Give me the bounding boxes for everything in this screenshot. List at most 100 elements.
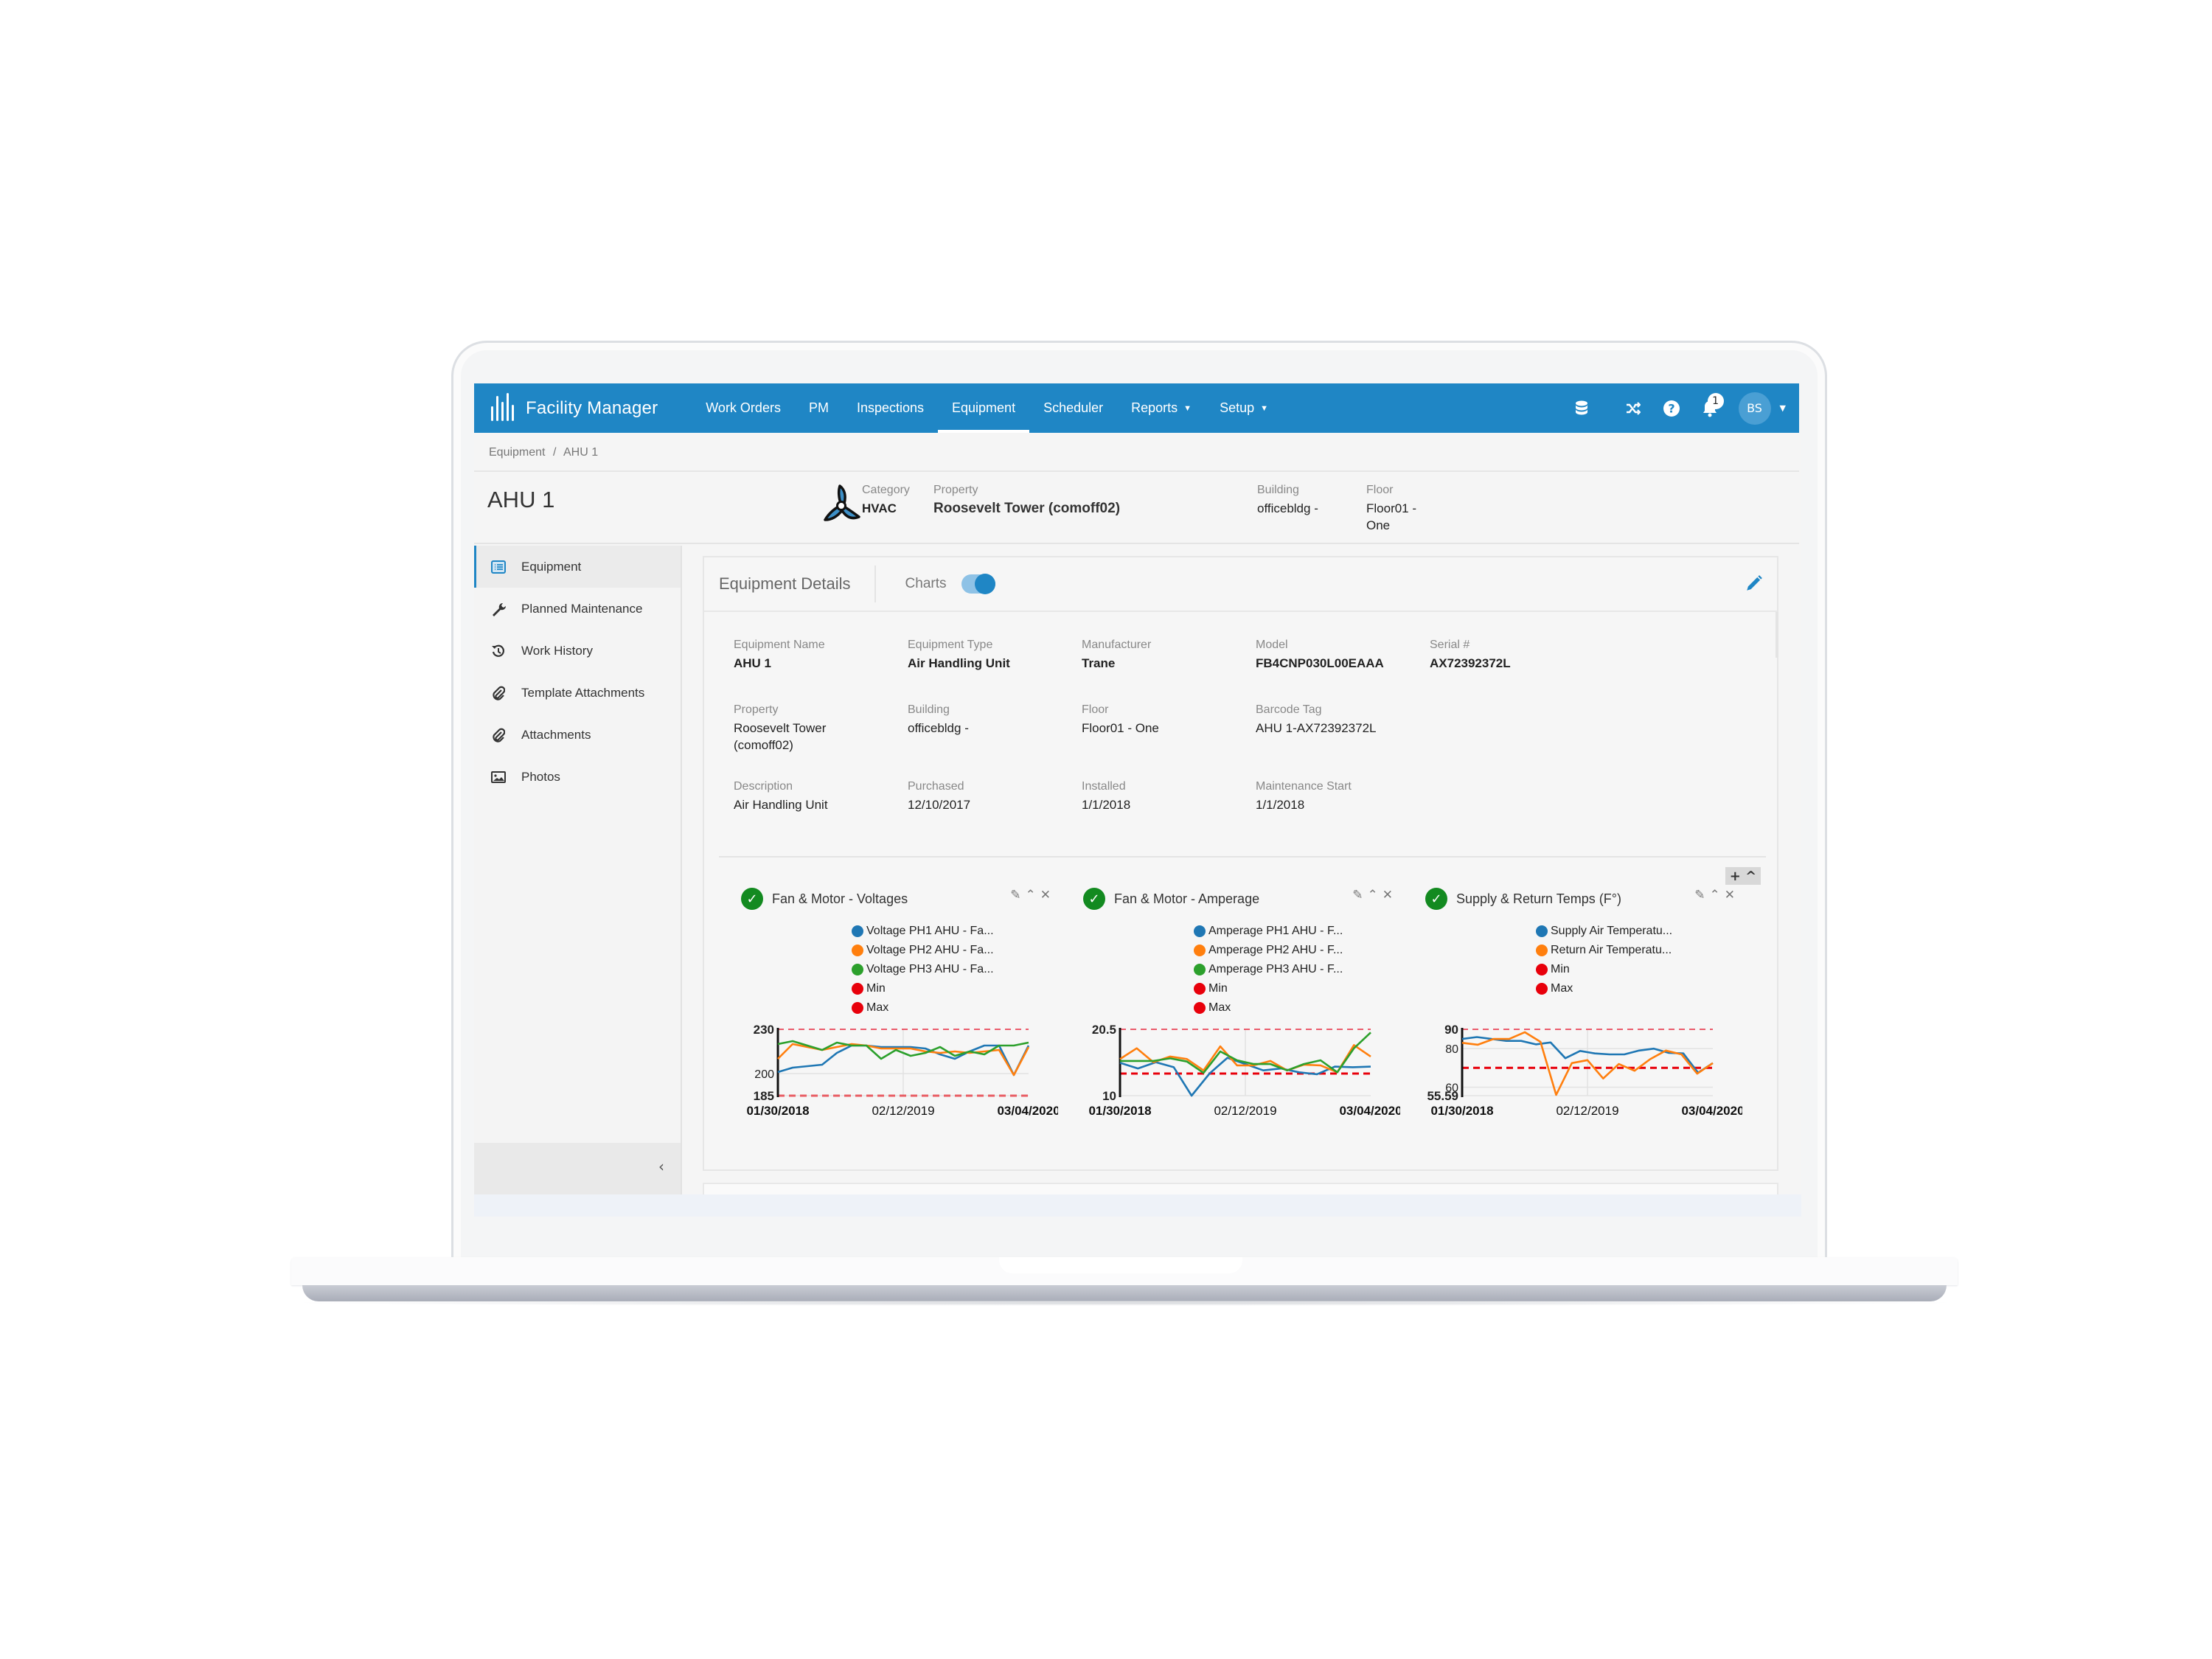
legend-item[interactable]: Max [852, 998, 994, 1018]
laptop-shadow [280, 1300, 1969, 1306]
legend-item[interactable]: Voltage PH3 AHU - Fa... [852, 960, 994, 979]
legend-label: Voltage PH2 AHU - Fa... [866, 944, 994, 956]
floor-value: Floor01 - One [1366, 501, 1417, 532]
nav-pm[interactable]: PM [795, 383, 843, 433]
divider [474, 470, 1799, 472]
chart-title: Fan & Motor - Amperage [1114, 891, 1260, 906]
scrollbar[interactable] [1775, 612, 1778, 658]
chevron-up-icon[interactable]: ⌃ [1368, 888, 1378, 902]
legend-swatch [852, 983, 863, 995]
field-value: Trane [1082, 656, 1116, 670]
field-value: 1/1/2018 [1082, 798, 1131, 812]
legend-label: Voltage PH3 AHU - Fa... [866, 963, 994, 975]
user-menu-caret-icon[interactable]: ▼ [1780, 403, 1786, 413]
breadcrumb-separator: / [552, 446, 557, 459]
nav-setup[interactable]: Setup ▼ [1206, 383, 1282, 433]
close-icon[interactable]: ✕ [1040, 888, 1051, 902]
sidebar-item-attachments[interactable]: Attachments [474, 714, 681, 756]
field-label: Floor [1082, 703, 1109, 716]
nav-scheduler[interactable]: Scheduler [1029, 383, 1117, 433]
sidebar-item-label: Equipment [521, 559, 582, 574]
field-value: AHU 1-AX72392372L [1256, 721, 1377, 735]
app-logo[interactable]: Facility Manager [489, 383, 658, 433]
card-header: Equipment Details Charts [704, 557, 1778, 658]
x-tick-label: 02/12/2019 [1214, 1104, 1276, 1118]
sidebar-item-equipment[interactable]: Equipment [474, 546, 681, 588]
legend-swatch [1194, 983, 1206, 995]
legend-swatch [1536, 945, 1548, 956]
legend-label: Max [1208, 1001, 1231, 1014]
nav-inspections[interactable]: Inspections [843, 383, 938, 433]
nav-reports[interactable]: Reports ▼ [1117, 383, 1206, 433]
shuffle-icon[interactable] [1618, 393, 1649, 424]
legend-item[interactable]: Amperage PH3 AHU - F... [1194, 960, 1343, 979]
legend-label: Min [866, 982, 886, 995]
database-icon[interactable] [1566, 393, 1597, 424]
legend-item[interactable]: Return Air Temperatu... [1536, 941, 1672, 960]
legend-item[interactable]: Supply Air Temperatu... [1536, 922, 1672, 941]
close-icon[interactable]: ✕ [1725, 888, 1735, 902]
chart-tools: ✎ ⌃ ✕ [1010, 888, 1051, 902]
legend-item[interactable]: Amperage PH2 AHU - F... [1194, 941, 1343, 960]
field-value: Air Handling Unit [908, 656, 1010, 670]
charts-toggle[interactable] [961, 574, 995, 594]
sidebar-item-work-history[interactable]: Work History [474, 630, 681, 672]
line-chart: 90806055.5901/30/2018 02/12/2019 03/04/202… [1427, 1023, 1742, 1118]
divider [474, 543, 1799, 544]
help-icon[interactable]: ? [1656, 393, 1687, 424]
paperclip-icon [490, 727, 507, 743]
x-tick-label: 01/30/2018 [1088, 1104, 1151, 1118]
pencil-icon[interactable]: ✎ [1352, 888, 1363, 902]
y-tick-label: 80 [1445, 1043, 1458, 1056]
x-tick-label: 03/04/2020 [997, 1104, 1058, 1118]
field-serial: Serial # AX72392372L [1430, 639, 1592, 672]
edit-icon[interactable] [1745, 574, 1764, 593]
toggle-knob [974, 574, 995, 594]
sidebar-item-template-attachments[interactable]: Template Attachments [474, 672, 681, 714]
legend-item[interactable]: Max [1194, 998, 1343, 1018]
breadcrumb-equipment[interactable]: Equipment [489, 446, 546, 459]
legend-swatch [1194, 964, 1206, 975]
chevron-up-icon[interactable]: ⌃ [1026, 888, 1036, 902]
sidebar-collapse-button[interactable]: ‹ [474, 1143, 681, 1194]
history-icon [490, 643, 507, 659]
building-meta: Building officebldg - [1257, 484, 1318, 515]
field-label: Equipment Name [734, 639, 825, 651]
pencil-icon[interactable]: ✎ [1694, 888, 1705, 902]
field-purchased: Purchased 12/10/2017 [908, 780, 1070, 813]
user-avatar[interactable]: BS [1738, 392, 1771, 425]
legend-swatch [1194, 945, 1206, 956]
laptop-notch [999, 1257, 1242, 1273]
legend-swatch [1536, 964, 1548, 975]
legend-item[interactable]: Max [1536, 979, 1672, 998]
x-tick-label: 03/04/2020 [1339, 1104, 1400, 1118]
legend-swatch [1536, 983, 1548, 995]
legend-item[interactable]: Min [1536, 960, 1672, 979]
sidebar-item-label: Template Attachments [521, 685, 645, 700]
field-label: Manufacturer [1082, 639, 1152, 651]
field-floor: Floor Floor01 - One [1082, 703, 1244, 737]
legend-item[interactable]: Amperage PH1 AHU - F... [1194, 922, 1343, 941]
nav-equipment[interactable]: Equipment [938, 383, 1030, 433]
status-check-icon: ✓ [1425, 888, 1447, 910]
sidebar-item-photos[interactable]: Photos [474, 756, 681, 798]
paperclip-icon [490, 685, 507, 701]
close-icon[interactable]: ✕ [1382, 888, 1393, 902]
legend-item[interactable]: Min [1194, 979, 1343, 998]
legend-item[interactable]: Voltage PH2 AHU - Fa... [852, 941, 994, 960]
sidebar-item-label: Work History [521, 643, 593, 658]
nav-label: Work Orders [706, 400, 781, 415]
chevron-up-icon[interactable]: ⌃ [1710, 888, 1720, 902]
charts-label: Charts [905, 576, 947, 591]
legend-item[interactable]: Min [852, 979, 994, 998]
legend-item[interactable]: Voltage PH1 AHU - Fa... [852, 922, 994, 941]
chart-legend: Amperage PH1 AHU - F... Amperage PH2 AHU … [1194, 922, 1343, 1018]
chart-title: Supply & Return Temps (F°) [1456, 891, 1621, 906]
pencil-icon[interactable]: ✎ [1010, 888, 1020, 902]
sidebar-item-planned-maintenance[interactable]: Planned Maintenance [474, 588, 681, 630]
top-navbar: Facility Manager Work Orders PM Inspection… [474, 383, 1799, 433]
nav-work-orders[interactable]: Work Orders [692, 383, 795, 433]
notifications-button[interactable]: 1 [1694, 392, 1725, 424]
field-label: Equipment Type [908, 639, 993, 651]
nav-label: Setup [1220, 400, 1255, 415]
